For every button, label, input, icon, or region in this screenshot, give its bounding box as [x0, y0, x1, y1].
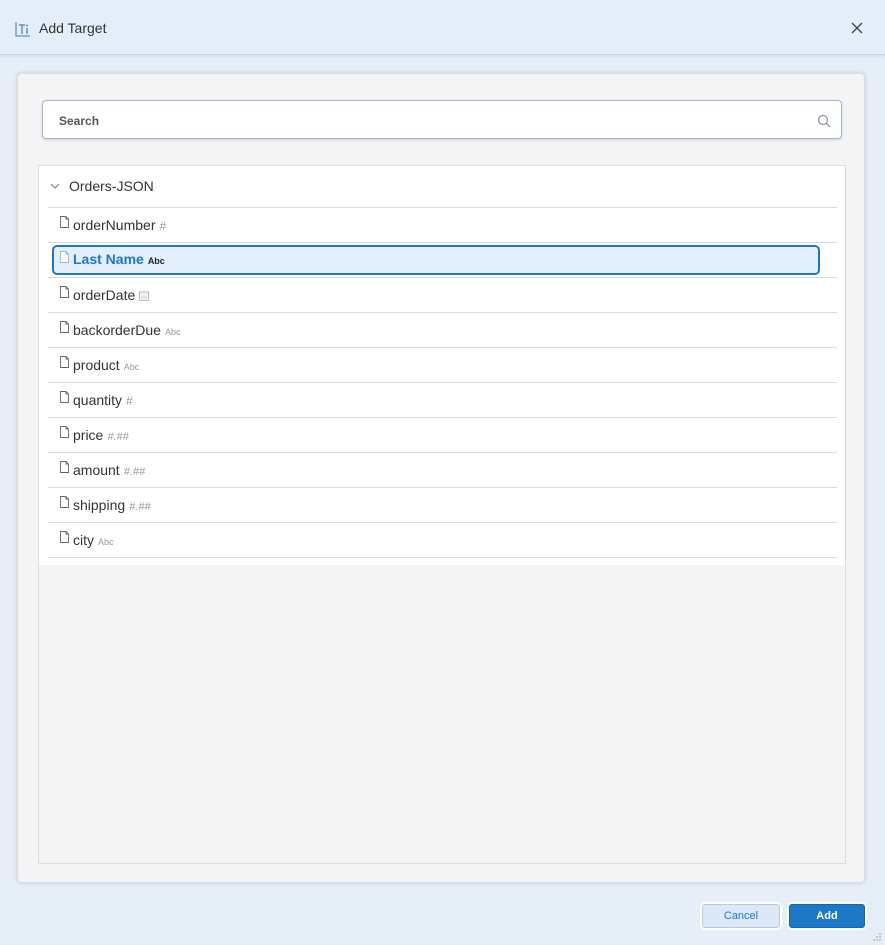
dialog-titlebar: Add Target [0, 0, 885, 55]
tree-root-orders-json[interactable]: Orders-JSON [49, 176, 154, 196]
string-type-icon: Abc [147, 256, 165, 266]
field-label: backorderDue [73, 322, 161, 338]
file-icon [60, 286, 69, 298]
close-icon[interactable] [849, 20, 865, 36]
field-label: city [73, 532, 94, 548]
dialog-title: Add Target [39, 20, 107, 36]
field-label: product [73, 357, 120, 373]
decimal-type-icon: #.## [123, 466, 146, 478]
cancel-button[interactable]: Cancel [702, 904, 780, 928]
chevron-down-icon[interactable] [49, 180, 61, 192]
field-label: orderNumber [73, 217, 156, 233]
calendar-type-icon [139, 291, 150, 301]
field-row-backorderdue[interactable]: backorderDue Abc [48, 313, 837, 348]
field-label: shipping [73, 497, 126, 513]
number-type-icon: # [159, 219, 167, 233]
file-icon [60, 531, 69, 543]
field-row-last-name[interactable]: Last Name Abc [48, 243, 837, 278]
decimal-type-icon: #.## [107, 431, 129, 443]
file-icon [60, 216, 69, 228]
field-row-ordernumber[interactable]: orderNumber # [48, 208, 837, 243]
number-type-icon: # [126, 394, 133, 408]
field-label: orderDate [73, 287, 136, 303]
field-label: Last Name [73, 251, 144, 267]
string-type-icon: Abc [98, 537, 114, 547]
string-type-icon: Abc [164, 327, 181, 337]
file-icon [60, 496, 69, 508]
decimal-type-icon: #.## [129, 501, 151, 513]
field-label: quantity [73, 392, 123, 408]
search-input[interactable] [57, 111, 801, 131]
field-list: orderNumber # Last Name Abc orderDate back… [48, 207, 837, 558]
add-button[interactable]: Add [789, 904, 865, 928]
string-type-icon: Abc [123, 362, 140, 372]
tree-root-label: Orders-JSON [69, 178, 154, 194]
field-label: price [73, 427, 104, 443]
file-icon [60, 426, 69, 438]
selection-highlight [52, 245, 820, 275]
file-icon [60, 461, 69, 473]
resize-grip-icon[interactable] [872, 932, 882, 942]
field-row-orderdate[interactable]: orderDate [48, 278, 837, 313]
field-tree: Orders-JSON orderNumber # Last Name Abc or… [38, 165, 846, 864]
search-field[interactable] [42, 100, 842, 139]
field-row-amount[interactable]: amount #.## [48, 453, 837, 488]
field-row-city[interactable]: city Abc [48, 523, 837, 558]
file-icon [60, 321, 69, 333]
target-table-icon [15, 22, 30, 37]
file-icon [60, 391, 69, 403]
field-row-quantity[interactable]: quantity # [48, 383, 837, 418]
file-icon [60, 251, 69, 263]
search-icon[interactable] [817, 114, 831, 128]
field-label: amount [73, 462, 120, 478]
field-row-shipping[interactable]: shipping #.## [48, 488, 837, 523]
file-icon [60, 356, 69, 368]
field-row-product[interactable]: product Abc [48, 348, 837, 383]
field-row-price[interactable]: price #.## [48, 418, 837, 453]
